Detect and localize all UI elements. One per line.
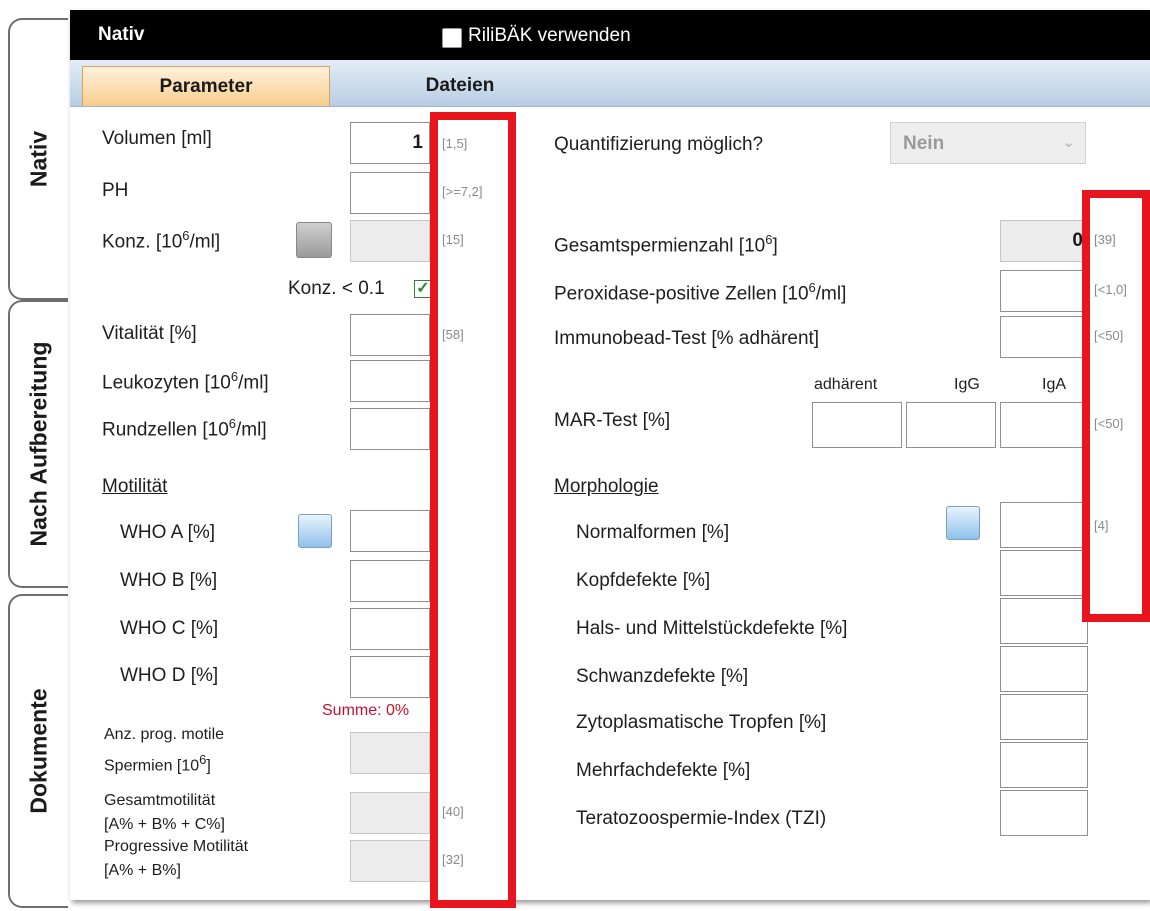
tab-bar: Parameter Dateien: [70, 60, 1150, 107]
hals-input[interactable]: [1000, 598, 1088, 644]
motilitaet-heading: Motilität: [102, 476, 168, 497]
normalformen-label: Normalformen [%]: [576, 522, 730, 543]
who-d-label: WHO D [%]: [120, 665, 219, 686]
schwanz-input[interactable]: [1000, 646, 1088, 692]
konz-input[interactable]: [350, 220, 430, 262]
hals-label: Hals- und Mittelstückdefekte [%]: [576, 618, 848, 639]
progmot-label-line2: [A% + B%]: [104, 862, 181, 879]
peroxidase-label: Peroxidase-positive Zellen [106/ml]: [554, 280, 847, 305]
volumen-input[interactable]: 1: [350, 122, 430, 164]
side-tab-label: Nach Aufbereitung: [25, 341, 52, 547]
immunobead-label: Immunobead-Test [% adhärent]: [554, 328, 820, 349]
who-a-input[interactable]: [350, 510, 430, 552]
rundzellen-input[interactable]: [350, 408, 430, 450]
summe-text: Summe: 0%: [322, 702, 410, 719]
leukozyten-label: Leukozyten [106/ml]: [102, 369, 269, 394]
normalformen-input[interactable]: [1000, 502, 1088, 548]
who-a-label: WHO A [%]: [120, 522, 216, 543]
tab-dateien[interactable]: Dateien: [400, 66, 520, 106]
zytoplasma-input[interactable]: [1000, 694, 1088, 740]
main-panel: Nativ RiliBÄK verwenden Parameter Dateie…: [70, 10, 1150, 900]
kopfdefekte-label: Kopfdefekte [%]: [576, 570, 711, 591]
mar-header-iga: IgA: [1042, 376, 1067, 393]
rilibak-checkbox[interactable]: [442, 28, 462, 48]
gesamtmot-input[interactable]: [350, 792, 430, 834]
peroxidase-input[interactable]: [1000, 270, 1088, 312]
progmot-input[interactable]: [350, 840, 430, 882]
highlight-frame-right: [1082, 190, 1150, 622]
who-d-input[interactable]: [350, 656, 430, 698]
who-b-label: WHO B [%]: [120, 570, 218, 591]
volumen-label: Volumen [ml]: [102, 128, 212, 149]
mar-adhaerent-input[interactable]: [812, 402, 902, 448]
mar-label: MAR-Test [%]: [554, 410, 671, 431]
anz-prog-label-line2: Spermien [106]: [104, 752, 211, 775]
vitalitaet-input[interactable]: [350, 314, 430, 356]
calculator-icon[interactable]: [298, 514, 332, 548]
mehrfach-label: Mehrfachdefekte [%]: [576, 760, 751, 781]
side-tab-label: Dokumente: [25, 688, 52, 814]
immunobead-input[interactable]: [1000, 316, 1088, 358]
leukozyten-input[interactable]: [350, 360, 430, 402]
side-tab-nativ[interactable]: Nativ: [8, 18, 68, 300]
mar-iga-input[interactable]: [1000, 402, 1088, 448]
tzi-label: Teratozoospermie-Index (TZI): [576, 808, 827, 829]
schwanz-label: Schwanzdefekte [%]: [576, 666, 749, 687]
who-b-input[interactable]: [350, 560, 430, 602]
title-bar: Nativ RiliBÄK verwenden: [70, 10, 1150, 60]
who-c-input[interactable]: [350, 608, 430, 650]
rundzellen-label: Rundzellen [106/ml]: [102, 416, 267, 441]
gesamtmot-label-line2: [A% + B% + C%]: [104, 816, 225, 833]
konz-lt-label: Konz. < 0.1: [288, 278, 385, 299]
grid-icon[interactable]: [296, 222, 332, 258]
side-tab-nach-aufbereitung[interactable]: Nach Aufbereitung: [8, 300, 68, 588]
tab-parameter[interactable]: Parameter: [82, 66, 330, 106]
anz-prog-label-line1: Anz. prog. motile: [104, 726, 225, 743]
vitalitaet-label: Vitalität [%]: [102, 323, 197, 344]
window-title: Nativ: [98, 24, 145, 45]
gesamtspermien-label: Gesamtspermienzahl [106]: [554, 232, 778, 257]
tzi-input[interactable]: [1000, 790, 1088, 836]
gesamtspermien-input[interactable]: 0: [1000, 220, 1088, 262]
quant-select[interactable]: Nein ⌄: [890, 122, 1086, 164]
gesamtmot-label-line1: Gesamtmotilität: [104, 792, 216, 809]
progmot-label-line1: Progressive Motilität: [104, 838, 249, 855]
quant-selected-value: Nein: [903, 133, 945, 154]
mehrfach-input[interactable]: [1000, 742, 1088, 788]
ph-input[interactable]: [350, 172, 430, 214]
chevron-down-icon: ⌄: [1062, 134, 1075, 151]
morphologie-heading: Morphologie: [554, 476, 659, 497]
kopfdefekte-input[interactable]: [1000, 550, 1088, 596]
anz-prog-input[interactable]: [350, 732, 430, 774]
volumen-value: 1: [412, 132, 423, 153]
rilibak-label: RiliBÄK verwenden: [468, 25, 631, 46]
mar-header-igg: IgG: [954, 376, 980, 393]
mar-igg-input[interactable]: [906, 402, 996, 448]
side-tab-dokumente[interactable]: Dokumente: [8, 594, 68, 908]
mar-header-adhaerent: adhärent: [814, 376, 878, 393]
tab-label: Parameter: [159, 76, 253, 97]
highlight-frame-left: [430, 112, 516, 908]
tab-label: Dateien: [425, 75, 495, 96]
quant-label: Quantifizierung möglich?: [554, 134, 764, 155]
who-c-label: WHO C [%]: [120, 618, 219, 639]
konz-label: Konz. [106/ml]: [102, 228, 221, 253]
calculator-icon[interactable]: [946, 506, 980, 540]
ph-label: PH: [102, 180, 129, 201]
zytoplasma-label: Zytoplasmatische Tropfen [%]: [576, 712, 827, 733]
side-tab-label: Nativ: [25, 130, 52, 188]
